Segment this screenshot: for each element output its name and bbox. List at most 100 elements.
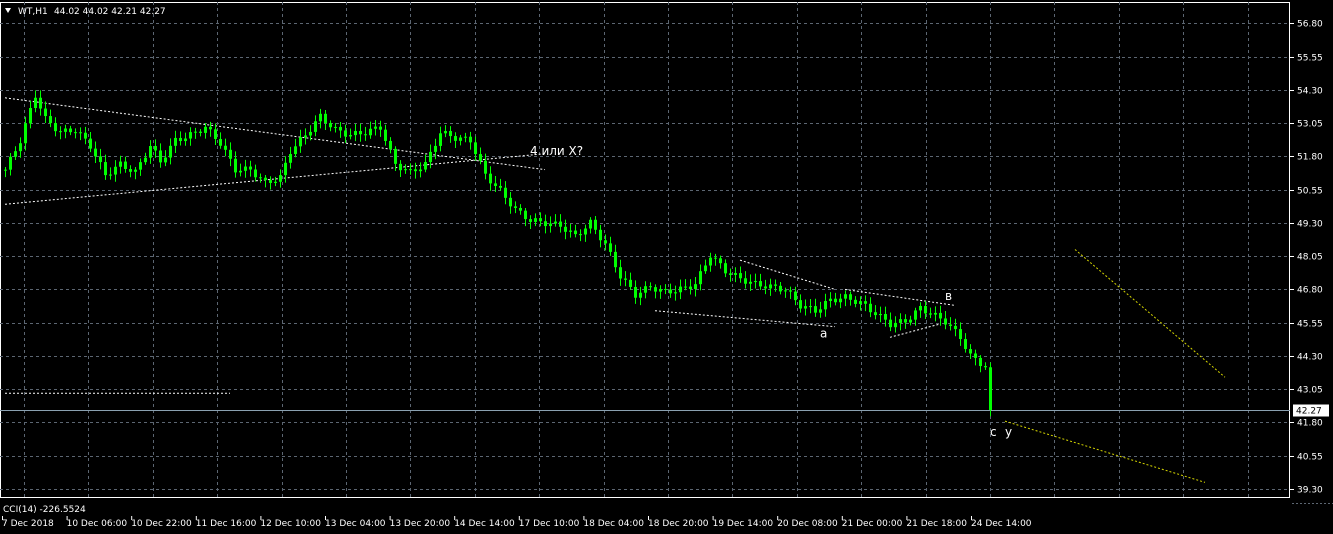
candle-body — [19, 143, 22, 152]
candle-body — [4, 169, 7, 171]
candle-body — [9, 156, 12, 170]
candle-body — [389, 140, 392, 149]
candle-body — [84, 132, 87, 139]
candle-body — [494, 183, 497, 186]
candle-body — [584, 228, 587, 235]
candle-body — [29, 107, 32, 124]
candle-body — [94, 148, 97, 157]
candle-body — [299, 137, 302, 147]
candle-body — [524, 210, 527, 220]
candle-body — [694, 284, 697, 290]
candle-body — [574, 230, 577, 235]
x-tick-label: 7 Dec 2018 — [2, 519, 54, 529]
candle-body — [139, 162, 142, 170]
candle-body — [339, 126, 342, 131]
candle-body — [304, 135, 307, 138]
candle-body — [844, 294, 847, 299]
candle-body — [599, 229, 602, 241]
candle-body — [704, 265, 707, 272]
candle-body — [549, 223, 552, 227]
candle-body — [294, 146, 297, 155]
candle-body — [459, 137, 462, 141]
indicator-panel[interactable] — [0, 503, 1290, 514]
candle-body — [724, 263, 727, 274]
candle-body — [534, 218, 537, 222]
triangle-down-icon[interactable] — [5, 8, 11, 13]
candle-body — [289, 154, 292, 163]
candle-body — [354, 131, 357, 136]
candle-body — [894, 322, 897, 328]
candle-body — [864, 301, 867, 304]
x-tick-label: 13 Dec 20:00 — [390, 519, 451, 529]
x-tick-label: 14 Dec 14:00 — [454, 519, 515, 529]
candle-body — [274, 181, 277, 183]
candle-body — [874, 312, 877, 316]
candle-body — [824, 300, 827, 310]
candle-body — [914, 310, 917, 320]
y-tick-label: 40.55 — [1297, 453, 1323, 463]
candle-body — [984, 366, 987, 368]
candle-body — [194, 131, 197, 133]
price-chart[interactable]: 4 или X? а в с y 56.80 55.55 54.30 53.05 51.80 50… — [0, 0, 1333, 534]
annotations: 4 или X? а в с y — [530, 144, 1012, 439]
candle-body — [79, 132, 82, 134]
candle-body — [669, 289, 672, 294]
trendline-lower — [654, 310, 836, 328]
candle-body — [234, 158, 237, 173]
symbol-label: WT,H1 — [18, 7, 48, 17]
candle-body — [89, 138, 92, 149]
y-tick-label: 44.30 — [1297, 353, 1323, 363]
candle-body — [954, 325, 957, 330]
candle-body — [754, 281, 757, 283]
candle-body — [919, 305, 922, 311]
candle-body — [759, 281, 762, 287]
candle-body — [309, 131, 312, 136]
candle-body — [104, 162, 107, 176]
candle-body — [479, 154, 482, 161]
time-axis[interactable]: 7 Dec 2018 10 Dec 06:00 10 Dec 22:00 11 Dec… — [2, 516, 1032, 529]
candle-body — [219, 138, 222, 146]
candle-body — [134, 169, 137, 172]
y-tick-label: 54.30 — [1297, 87, 1323, 97]
x-tick-label: 24 Dec 14:00 — [971, 519, 1032, 529]
candle-body — [794, 291, 797, 301]
candle-body — [589, 219, 592, 229]
candle-body — [74, 132, 77, 134]
candle-body — [469, 136, 472, 143]
candle-body — [14, 151, 17, 157]
candle-body — [979, 357, 982, 367]
candle-body — [369, 128, 372, 136]
price-axis[interactable]: 56.80 55.55 54.30 53.05 51.80 50.55 49.30 48.05… — [1290, 20, 1329, 496]
candle-body — [559, 221, 562, 227]
candle-body — [224, 145, 227, 150]
plot-border — [0, 2, 1290, 498]
candle-body — [989, 367, 992, 410]
candle-body — [934, 312, 937, 315]
candle-body — [284, 162, 287, 176]
trendlines — [4, 97, 956, 394]
candle-body — [659, 288, 662, 292]
candle-body — [699, 271, 702, 285]
candle-body — [349, 135, 352, 137]
candle-body — [429, 151, 432, 163]
candle-body — [259, 177, 262, 179]
candle-body — [439, 133, 442, 146]
chart-window[interactable]: 4 или X? а в с y 56.80 55.55 54.30 53.05 51.80 50… — [0, 0, 1333, 534]
candle-body — [799, 300, 802, 309]
candle-body — [254, 169, 257, 178]
candle-body — [509, 197, 512, 207]
candle-body — [674, 292, 677, 294]
candle-body — [169, 145, 172, 158]
candle-body — [684, 286, 687, 288]
candle-body — [144, 157, 147, 163]
x-tick-label: 10 Dec 06:00 — [67, 519, 128, 529]
candle-body — [489, 173, 492, 184]
candle-body — [879, 313, 882, 316]
candle-body — [854, 299, 857, 304]
candle-body — [744, 278, 747, 284]
x-tick-label: 10 Dec 22:00 — [131, 519, 192, 529]
x-tick-label: 20 Dec 08:00 — [777, 519, 838, 529]
candle-body — [449, 131, 452, 137]
candle-body — [244, 166, 247, 171]
candle-body — [319, 113, 322, 122]
